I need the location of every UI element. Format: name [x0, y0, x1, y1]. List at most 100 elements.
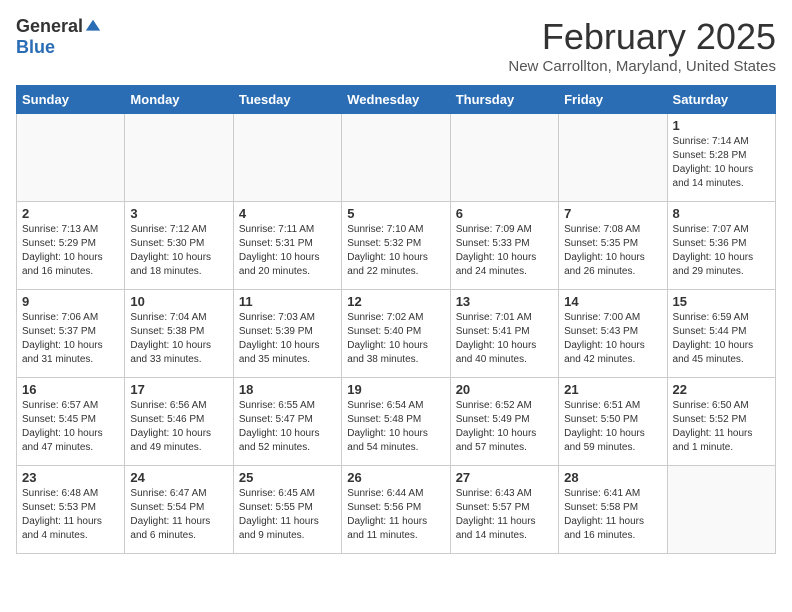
- calendar-week-row: 23 Sunrise: 6:48 AM Sunset: 5:53 PM Dayli…: [17, 466, 776, 554]
- day-number: 13: [456, 294, 553, 309]
- day-info: Sunrise: 7:09 AM Sunset: 5:33 PM Dayligh…: [456, 223, 553, 279]
- day-number: 9: [22, 294, 119, 309]
- calendar-cell: 5 Sunrise: 7:10 AM Sunset: 5:32 PM Daylig…: [342, 202, 450, 290]
- day-info: Sunrise: 6:57 AM Sunset: 5:45 PM Dayligh…: [22, 399, 119, 455]
- day-of-week-header: Saturday: [667, 86, 775, 114]
- calendar-cell: 13 Sunrise: 7:01 AM Sunset: 5:41 PM Dayli…: [450, 290, 558, 378]
- calendar-week-row: 1 Sunrise: 7:14 AM Sunset: 5:28 PM Daylig…: [17, 114, 776, 202]
- day-info: Sunrise: 6:48 AM Sunset: 5:53 PM Dayligh…: [22, 487, 119, 543]
- day-number: 6: [456, 206, 553, 221]
- logo-blue-text: Blue: [16, 37, 55, 57]
- logo-icon: [84, 18, 102, 36]
- day-info: Sunrise: 7:07 AM Sunset: 5:36 PM Dayligh…: [673, 223, 770, 279]
- logo-general-text: General: [16, 16, 83, 37]
- day-of-week-header: Thursday: [450, 86, 558, 114]
- calendar-cell: 15Sunrise: 6:59 AM Sunset: 5:44 PM Dayli…: [667, 290, 775, 378]
- day-info: Sunrise: 7:14 AM Sunset: 5:28 PM Dayligh…: [673, 135, 770, 191]
- day-number: 10: [130, 294, 227, 309]
- day-info: Sunrise: 7:13 AM Sunset: 5:29 PM Dayligh…: [22, 223, 119, 279]
- calendar-cell: 8 Sunrise: 7:07 AM Sunset: 5:36 PM Daylig…: [667, 202, 775, 290]
- day-of-week-header: Wednesday: [342, 86, 450, 114]
- day-info: Sunrise: 6:52 AM Sunset: 5:49 PM Dayligh…: [456, 399, 553, 455]
- day-info: Sunrise: 6:44 AM Sunset: 5:56 PM Dayligh…: [347, 487, 444, 543]
- day-info: Sunrise: 6:43 AM Sunset: 5:57 PM Dayligh…: [456, 487, 553, 543]
- day-number: 5: [347, 206, 444, 221]
- calendar-cell: 18 Sunrise: 6:55 AM Sunset: 5:47 PM Dayli…: [233, 378, 341, 466]
- calendar-cell: 17 Sunrise: 6:56 AM Sunset: 5:46 PM Dayli…: [125, 378, 233, 466]
- calendar-cell: 26 Sunrise: 6:44 AM Sunset: 5:56 PM Dayli…: [342, 466, 450, 554]
- day-info: Sunrise: 7:04 AM Sunset: 5:38 PM Dayligh…: [130, 311, 227, 367]
- calendar-cell: [667, 466, 775, 554]
- calendar-cell: 28Sunrise: 6:41 AM Sunset: 5:58 PM Dayli…: [559, 466, 667, 554]
- day-number: 17: [130, 382, 227, 397]
- day-number: 2: [22, 206, 119, 221]
- calendar-cell: 9 Sunrise: 7:06 AM Sunset: 5:37 PM Daylig…: [17, 290, 125, 378]
- calendar-cell: 1 Sunrise: 7:14 AM Sunset: 5:28 PM Daylig…: [667, 114, 775, 202]
- calendar-cell: 10 Sunrise: 7:04 AM Sunset: 5:38 PM Dayli…: [125, 290, 233, 378]
- day-info: Sunrise: 6:51 AM Sunset: 5:50 PM Dayligh…: [564, 399, 661, 455]
- day-number: 26: [347, 470, 444, 485]
- day-number: 15: [673, 294, 770, 309]
- day-number: 11: [239, 294, 336, 309]
- day-number: 7: [564, 206, 661, 221]
- calendar-cell: 27 Sunrise: 6:43 AM Sunset: 5:57 PM Dayli…: [450, 466, 558, 554]
- day-info: Sunrise: 7:01 AM Sunset: 5:41 PM Dayligh…: [456, 311, 553, 367]
- calendar-cell: 19 Sunrise: 6:54 AM Sunset: 5:48 PM Dayli…: [342, 378, 450, 466]
- calendar-cell: 24 Sunrise: 6:47 AM Sunset: 5:54 PM Dayli…: [125, 466, 233, 554]
- day-number: 18: [239, 382, 336, 397]
- calendar-cell: 21 Sunrise: 6:51 AM Sunset: 5:50 PM Dayli…: [559, 378, 667, 466]
- day-info: Sunrise: 7:02 AM Sunset: 5:40 PM Dayligh…: [347, 311, 444, 367]
- day-info: Sunrise: 7:03 AM Sunset: 5:39 PM Dayligh…: [239, 311, 336, 367]
- title-block: February 2025 New Carrollton, Maryland, …: [508, 16, 776, 75]
- day-number: 16: [22, 382, 119, 397]
- calendar-cell: [450, 114, 558, 202]
- day-info: Sunrise: 7:11 AM Sunset: 5:31 PM Dayligh…: [239, 223, 336, 279]
- calendar-header-row: SundayMondayTuesdayWednesdayThursdayFrid…: [17, 86, 776, 114]
- day-number: 1: [673, 118, 770, 133]
- day-number: 20: [456, 382, 553, 397]
- day-info: Sunrise: 7:10 AM Sunset: 5:32 PM Dayligh…: [347, 223, 444, 279]
- day-number: 21: [564, 382, 661, 397]
- day-of-week-header: Sunday: [17, 86, 125, 114]
- location-title: New Carrollton, Maryland, United States: [508, 58, 776, 75]
- day-info: Sunrise: 7:06 AM Sunset: 5:37 PM Dayligh…: [22, 311, 119, 367]
- day-number: 25: [239, 470, 336, 485]
- day-number: 8: [673, 206, 770, 221]
- calendar-cell: 14 Sunrise: 7:00 AM Sunset: 5:43 PM Dayli…: [559, 290, 667, 378]
- calendar-week-row: 9 Sunrise: 7:06 AM Sunset: 5:37 PM Daylig…: [17, 290, 776, 378]
- day-number: 22: [673, 382, 770, 397]
- day-number: 19: [347, 382, 444, 397]
- day-info: Sunrise: 7:00 AM Sunset: 5:43 PM Dayligh…: [564, 311, 661, 367]
- calendar-week-row: 2 Sunrise: 7:13 AM Sunset: 5:29 PM Daylig…: [17, 202, 776, 290]
- day-info: Sunrise: 6:50 AM Sunset: 5:52 PM Dayligh…: [673, 399, 770, 455]
- calendar-cell: 25Sunrise: 6:45 AM Sunset: 5:55 PM Dayli…: [233, 466, 341, 554]
- day-of-week-header: Tuesday: [233, 86, 341, 114]
- day-number: 24: [130, 470, 227, 485]
- day-number: 23: [22, 470, 119, 485]
- calendar-cell: [233, 114, 341, 202]
- day-number: 27: [456, 470, 553, 485]
- calendar-cell: 11 Sunrise: 7:03 AM Sunset: 5:39 PM Dayli…: [233, 290, 341, 378]
- calendar-cell: [125, 114, 233, 202]
- day-of-week-header: Friday: [559, 86, 667, 114]
- calendar-cell: 7 Sunrise: 7:08 AM Sunset: 5:35 PM Daylig…: [559, 202, 667, 290]
- day-info: Sunrise: 6:47 AM Sunset: 5:54 PM Dayligh…: [130, 487, 227, 543]
- day-number: 4: [239, 206, 336, 221]
- calendar-cell: 12 Sunrise: 7:02 AM Sunset: 5:40 PM Dayli…: [342, 290, 450, 378]
- day-info: Sunrise: 7:08 AM Sunset: 5:35 PM Dayligh…: [564, 223, 661, 279]
- day-info: Sunrise: 6:55 AM Sunset: 5:47 PM Dayligh…: [239, 399, 336, 455]
- logo: General Blue: [16, 16, 102, 58]
- page-header: General Blue February 2025 New Carrollto…: [16, 16, 776, 75]
- day-info: Sunrise: 6:56 AM Sunset: 5:46 PM Dayligh…: [130, 399, 227, 455]
- calendar-cell: 23 Sunrise: 6:48 AM Sunset: 5:53 PM Dayli…: [17, 466, 125, 554]
- day-number: 14: [564, 294, 661, 309]
- calendar-cell: 3Sunrise: 7:12 AM Sunset: 5:30 PM Daylig…: [125, 202, 233, 290]
- month-title: February 2025: [508, 16, 776, 58]
- calendar-cell: 4 Sunrise: 7:11 AM Sunset: 5:31 PM Daylig…: [233, 202, 341, 290]
- day-info: Sunrise: 6:54 AM Sunset: 5:48 PM Dayligh…: [347, 399, 444, 455]
- calendar-cell: 2 Sunrise: 7:13 AM Sunset: 5:29 PM Daylig…: [17, 202, 125, 290]
- day-of-week-header: Monday: [125, 86, 233, 114]
- day-info: Sunrise: 6:41 AM Sunset: 5:58 PM Dayligh…: [564, 487, 661, 543]
- day-number: 12: [347, 294, 444, 309]
- calendar-cell: 20 Sunrise: 6:52 AM Sunset: 5:49 PM Dayli…: [450, 378, 558, 466]
